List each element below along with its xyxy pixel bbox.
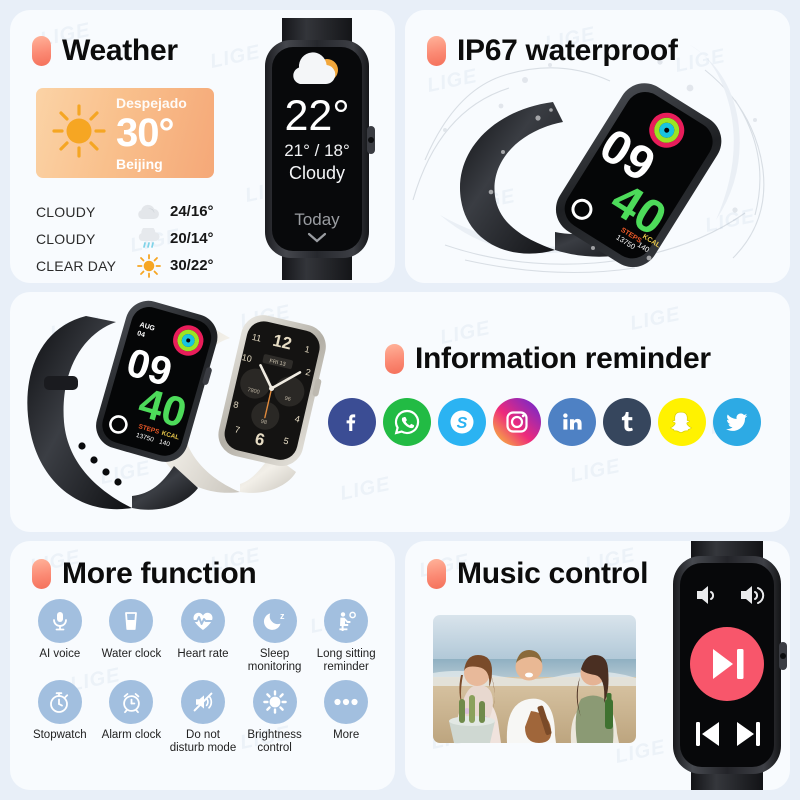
watch-footer: Today — [294, 210, 340, 229]
skype-icon[interactable]: S — [438, 398, 486, 446]
music-title: Music control — [457, 557, 649, 590]
function-grid: AI voice Water clock Heart rate z Sleep … — [24, 599, 382, 755]
brightness-sun-icon — [252, 680, 297, 724]
social-app-icons: S — [328, 398, 761, 446]
bullet-icon — [427, 36, 446, 66]
product-feature-page: LIGELIGE LIGELIGE LIGE Weather — [0, 0, 800, 800]
forecast-temps: 30/22° — [170, 257, 214, 274]
forecast-temps: 20/14° — [170, 230, 214, 247]
sitting-person-icon — [324, 599, 369, 643]
function-heart-rate[interactable]: Heart rate — [167, 599, 239, 674]
tumblr-icon[interactable] — [603, 398, 651, 446]
smartwatch-pair: 12 11 1 10 2 8 4 7 5 6 FRI 13 7800 96 98… — [27, 300, 326, 510]
function-ai-voice[interactable]: AI voice — [24, 599, 96, 674]
panel-ip67-waterproof: LIGELIGE LIGELIGE LIGE IP67 waterproof — [405, 10, 790, 283]
bullet-icon — [427, 559, 446, 589]
stopwatch-icon — [37, 680, 82, 724]
function-more[interactable]: More — [310, 680, 382, 755]
function-stopwatch[interactable]: Stopwatch — [24, 680, 96, 755]
function-label: Water clock — [101, 648, 162, 660]
instagram-icon[interactable] — [493, 398, 541, 446]
function-label: Alarm clock — [101, 729, 162, 741]
panel-weather: LIGELIGE LIGELIGE LIGE Weather — [10, 10, 395, 283]
panel-music-control: LIGELIGE LIGELIGE LIGE Music control — [405, 541, 790, 790]
smartwatch-music — [673, 541, 787, 790]
ip67-heading: IP67 waterproof — [427, 34, 678, 68]
function-label: Long sitting reminder — [316, 648, 376, 673]
svg-text:S: S — [457, 415, 468, 432]
forecast-list: CLOUDY 24/16° CLOUDY 20/14° CLEAR DAY 30… — [36, 198, 226, 279]
microphone-icon — [37, 599, 82, 643]
snapchat-icon[interactable] — [658, 398, 706, 446]
info-title: Information reminder — [415, 342, 711, 375]
bullet-icon — [32, 559, 51, 589]
forecast-row: CLOUDY 20/14° — [36, 225, 226, 252]
weather-city: Beijing — [116, 155, 163, 172]
facebook-icon[interactable] — [328, 398, 376, 446]
function-water-clock[interactable]: Water clock — [96, 599, 168, 674]
lifestyle-photo — [433, 615, 636, 743]
more-title: More function — [62, 557, 257, 590]
twitter-icon[interactable] — [713, 398, 761, 446]
bullet-icon — [32, 36, 51, 66]
cloud-icon — [128, 202, 170, 222]
panel-more-function: LIGELIGE LIGELIGE LIGE More function AI — [10, 541, 395, 790]
function-label: Brightness control — [247, 729, 302, 754]
ellipsis-icon — [324, 680, 369, 724]
function-label: Stopwatch — [32, 729, 87, 741]
function-label: Sleep monitoring — [247, 648, 302, 673]
weather-current-card: Despejado 30° Beijing — [36, 88, 214, 178]
whatsapp-icon[interactable] — [383, 398, 431, 446]
more-heading: More function — [32, 557, 257, 591]
forecast-condition: CLOUDY — [36, 230, 96, 247]
watch-temp-range: 21° / 18° — [284, 141, 350, 160]
function-long-sitting-reminder[interactable]: Long sitting reminder — [310, 599, 382, 674]
linkedin-icon[interactable] — [548, 398, 596, 446]
smartwatch-ip67: 09 40 STEPS 13750 KCAL 140 — [459, 83, 722, 268]
weather-title: Weather — [62, 34, 178, 67]
music-heading: Music control — [427, 557, 648, 591]
function-brightness-control[interactable]: Brightness control — [239, 680, 311, 755]
bullet-icon — [385, 344, 404, 374]
sun-icon — [48, 100, 110, 167]
forecast-row: CLOUDY 24/16° — [36, 198, 226, 225]
rain-cloud-icon — [128, 227, 170, 250]
forecast-condition: CLOUDY — [36, 203, 96, 220]
mute-speaker-icon — [180, 680, 225, 724]
weather-condition: Despejado — [116, 94, 187, 111]
water-glass-icon — [109, 599, 154, 643]
forecast-row: CLEAR DAY 30/22° — [36, 252, 226, 279]
function-label: AI voice — [39, 648, 81, 660]
svg-text:z: z — [280, 611, 285, 621]
weather-temperature: 30° — [116, 110, 174, 155]
heart-pulse-icon — [180, 599, 225, 643]
ip67-title: IP67 waterproof — [457, 34, 678, 67]
function-sleep-monitoring[interactable]: z Sleep monitoring — [239, 599, 311, 674]
weather-heading: Weather — [32, 34, 178, 68]
function-alarm-clock[interactable]: Alarm clock — [96, 680, 168, 755]
smartwatch-weather: 22° 21° / 18° Cloudy Today — [265, 18, 375, 280]
sun-icon — [128, 253, 170, 279]
alarm-clock-icon — [109, 680, 154, 724]
forecast-temps: 24/16° — [170, 203, 214, 220]
info-heading: Information reminder — [385, 342, 711, 376]
function-label: Do not disturb mode — [169, 729, 237, 754]
function-label: More — [333, 729, 360, 741]
function-do-not-disturb[interactable]: Do not disturb mode — [167, 680, 239, 755]
function-label: Heart rate — [177, 648, 229, 660]
watch-condition: Cloudy — [289, 163, 345, 183]
moon-sleep-icon: z — [252, 599, 297, 643]
watch-temperature: 22° — [284, 92, 349, 140]
forecast-condition: CLEAR DAY — [36, 257, 117, 274]
